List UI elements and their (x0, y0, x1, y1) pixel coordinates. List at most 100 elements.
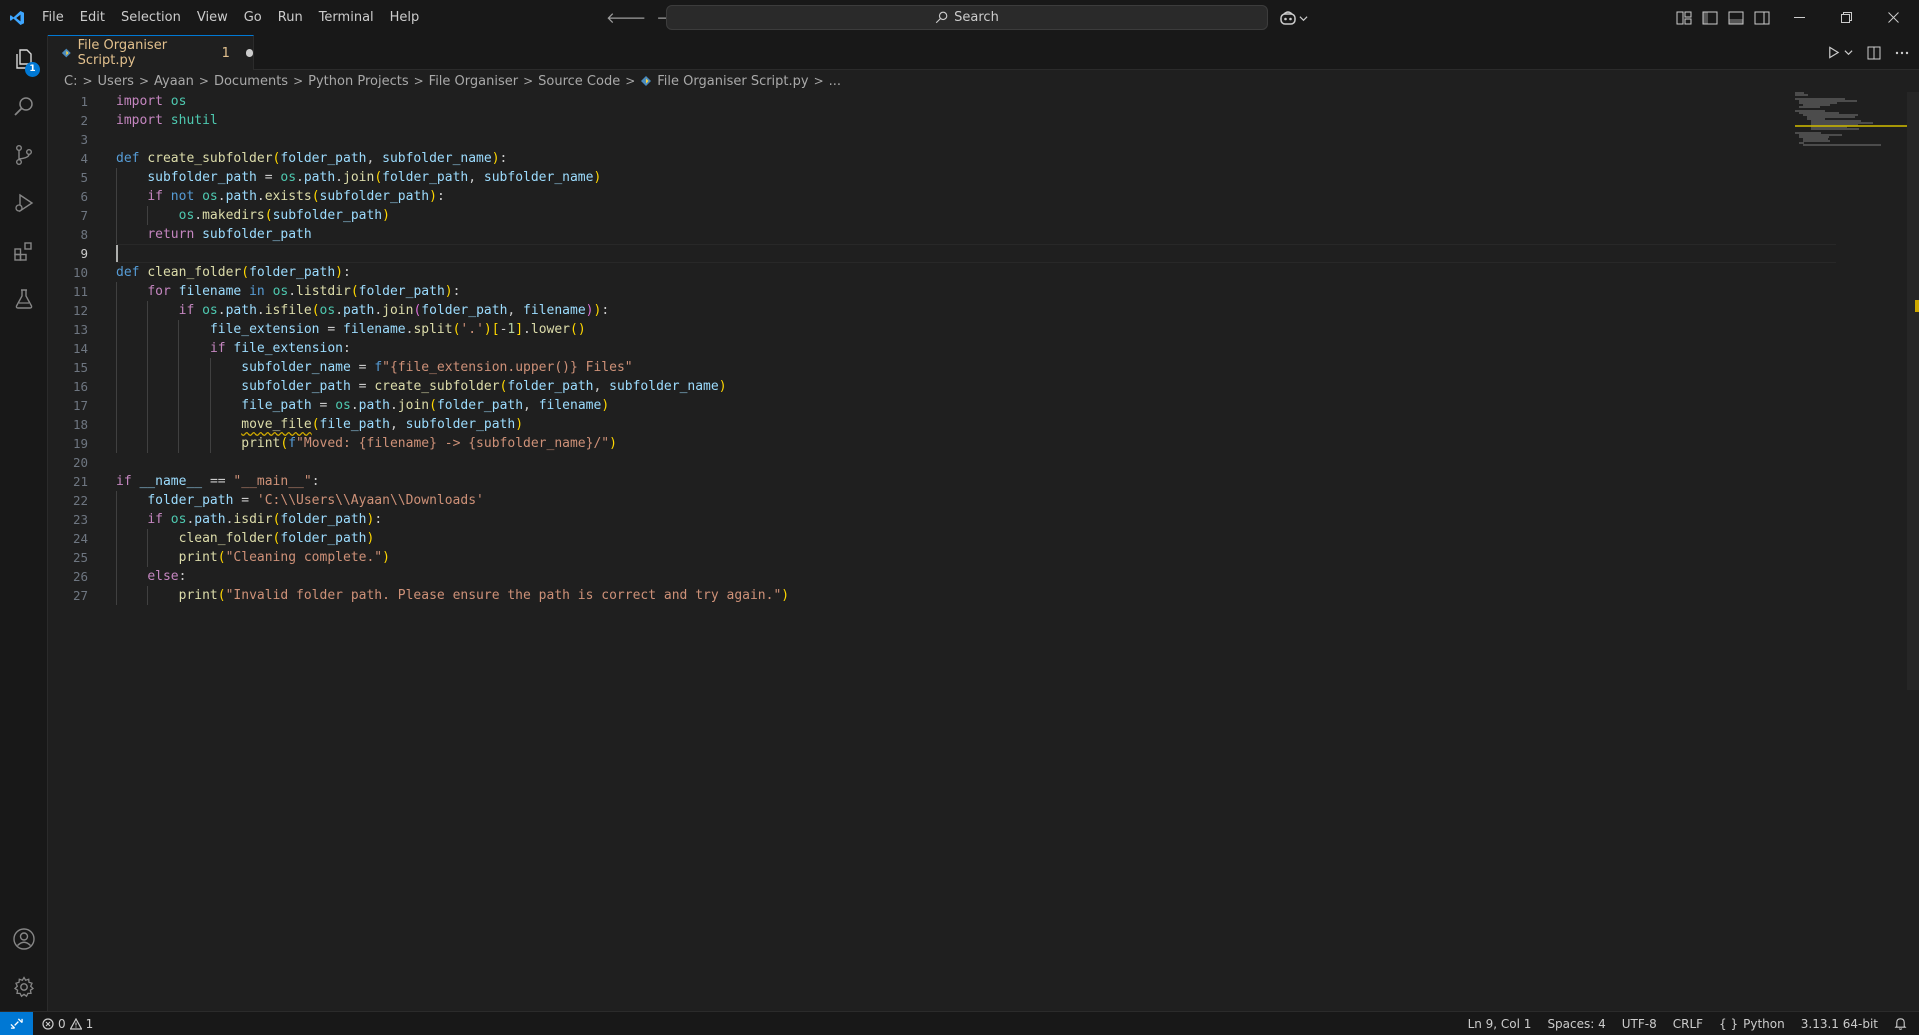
code-line[interactable]: move_file(file_path, subfolder_path) (116, 415, 1836, 434)
code-editor[interactable]: 1 2 3 4 5 6 7 8 9 10 11 12 13 14 15 16 17 18 19 20 21 22 23 24 2… (48, 92, 1919, 1010)
code-line[interactable]: subfolder_name = f"{file_extension.upper… (116, 358, 1836, 377)
code-line[interactable]: file_path = os.path.join(folder_path, fi… (116, 396, 1836, 415)
run-debug-button[interactable] (0, 179, 48, 227)
breadcrumb-item[interactable]: File Organiser (429, 74, 518, 89)
toggle-panel-icon[interactable] (1728, 11, 1744, 25)
breadcrumb-item[interactable]: Source Code (538, 74, 620, 89)
indent-guide (116, 548, 117, 567)
code-line[interactable]: import os (116, 92, 1836, 111)
breadcrumb-item[interactable]: File Organiser Script.py (657, 74, 808, 89)
chevron-right-icon: > (293, 74, 304, 88)
status-bar-right: Ln 9, Col 1 Spaces: 4 UTF-8 CRLF { } Pyt… (1468, 1012, 1907, 1035)
chevron-down-icon (1299, 15, 1308, 21)
code-line[interactable]: print("Invalid folder path. Please ensur… (116, 586, 1836, 605)
copilot-button[interactable] (1279, 6, 1308, 30)
menu-edit[interactable]: Edit (72, 0, 113, 35)
file-encoding[interactable]: UTF-8 (1622, 1017, 1657, 1031)
indent-guide (116, 301, 117, 320)
vertical-scrollbar[interactable] (1907, 92, 1919, 690)
testing-button[interactable] (0, 275, 48, 323)
line-number: 26 (72, 569, 88, 584)
code-area[interactable]: import os import shutil def create_subfold… (116, 92, 1836, 605)
menu-go[interactable]: Go (236, 0, 270, 35)
explorer-button[interactable]: 1 (0, 35, 48, 83)
indent-guide (147, 377, 149, 396)
line-number: 7 (80, 208, 88, 223)
code-line[interactable]: os.makedirs(subfolder_path) (116, 206, 1836, 225)
back-arrow-icon[interactable]: 🡐 (606, 8, 646, 27)
code-line[interactable]: if os.path.isdir(folder_path): (116, 510, 1836, 529)
accounts-button[interactable] (0, 915, 48, 963)
indent-guide (178, 434, 180, 453)
command-center-search[interactable]: Search (666, 5, 1268, 30)
extensions-button[interactable] (0, 227, 48, 275)
minimap-line (1803, 140, 1830, 142)
copilot-icon (1280, 11, 1296, 25)
search-view-button[interactable] (0, 83, 48, 131)
breadcrumb-item[interactable]: C: (64, 74, 77, 89)
tab-problem-count: 1 (221, 45, 230, 61)
python-file-icon (61, 48, 71, 58)
problems-status[interactable]: 0 1 (42, 1012, 93, 1035)
toggle-secondary-sidebar-icon[interactable] (1754, 11, 1770, 25)
language-mode[interactable]: { } Python (1719, 1017, 1785, 1031)
breadcrumb-item[interactable]: Python Projects (308, 74, 408, 89)
source-control-button[interactable] (0, 131, 48, 179)
tab-file-organiser-script[interactable]: File Organiser Script.py 1 (48, 35, 254, 70)
code-line[interactable]: folder_path = 'C:\\Users\\Ayaan\\Downloa… (116, 491, 1836, 510)
breadcrumb-item[interactable]: Ayaan (154, 74, 194, 89)
menu-help[interactable]: Help (382, 0, 428, 35)
toggle-primary-sidebar-icon[interactable] (1702, 11, 1718, 25)
window-controls (1776, 0, 1917, 35)
code-line[interactable]: if file_extension: (116, 339, 1836, 358)
indent-guide (209, 396, 211, 415)
code-line[interactable]: def create_subfolder(folder_path, subfol… (116, 149, 1836, 168)
manage-button[interactable] (0, 963, 48, 1011)
code-line[interactable] (116, 453, 1836, 472)
split-editor-icon[interactable] (1867, 46, 1881, 60)
code-line[interactable]: import shutil (116, 111, 1836, 130)
code-line[interactable] (116, 130, 1836, 149)
restore-button[interactable] (1823, 0, 1870, 35)
line-number: 18 (72, 417, 88, 432)
customize-layout-icon[interactable] (1676, 11, 1692, 25)
code-line[interactable]: print("Cleaning complete.") (116, 548, 1836, 567)
menu-file[interactable]: File (34, 0, 72, 35)
cursor-position[interactable]: Ln 9, Col 1 (1468, 1017, 1532, 1031)
unsaved-dot-icon[interactable] (245, 49, 253, 57)
indent-guide (116, 358, 117, 377)
code-line[interactable]: return subfolder_path (116, 225, 1836, 244)
code-line[interactable]: subfolder_path = create_subfolder(folder… (116, 377, 1836, 396)
code-line[interactable] (116, 244, 1836, 263)
indent-guide (147, 206, 149, 225)
indentation[interactable]: Spaces: 4 (1547, 1017, 1605, 1031)
code-line[interactable]: file_extension = filename.split('.')[-1]… (116, 320, 1836, 339)
code-line[interactable]: subfolder_path = os.path.join(folder_pat… (116, 168, 1836, 187)
code-line[interactable]: for filename in os.listdir(folder_path): (116, 282, 1836, 301)
code-line[interactable]: def clean_folder(folder_path): (116, 263, 1836, 282)
close-button[interactable] (1870, 0, 1917, 35)
more-actions-icon[interactable] (1895, 46, 1909, 60)
bell-icon[interactable] (1894, 1017, 1907, 1030)
menu-selection[interactable]: Selection (113, 0, 189, 35)
breadcrumb-item[interactable]: Users (98, 74, 134, 89)
code-line[interactable]: clean_folder(folder_path) (116, 529, 1836, 548)
code-line[interactable]: print(f"Moved: {filename} -> {subfolder_… (116, 434, 1836, 453)
minimize-button[interactable] (1776, 0, 1823, 35)
code-line[interactable]: if __name__ == "__main__": (116, 472, 1836, 491)
chevron-right-icon: > (138, 74, 149, 88)
code-line[interactable]: else: (116, 567, 1836, 586)
python-interpreter[interactable]: 3.13.1 64-bit (1801, 1017, 1878, 1031)
menu-terminal[interactable]: Terminal (311, 0, 382, 35)
breadcrumb-item[interactable]: Documents (214, 74, 288, 89)
code-line[interactable]: if os.path.isfile(os.path.join(folder_pa… (116, 301, 1836, 320)
remote-window-button[interactable] (0, 1012, 33, 1035)
run-python-file-button[interactable] (1827, 46, 1853, 59)
menu-view[interactable]: View (189, 0, 236, 35)
code-line[interactable]: if not os.path.exists(subfolder_path): (116, 187, 1836, 206)
indent-guide (147, 434, 149, 453)
menu-run[interactable]: Run (270, 0, 311, 35)
breadcrumb-item[interactable]: ... (829, 74, 841, 89)
end-of-line[interactable]: CRLF (1673, 1017, 1703, 1031)
minimap[interactable] (1795, 92, 1907, 152)
